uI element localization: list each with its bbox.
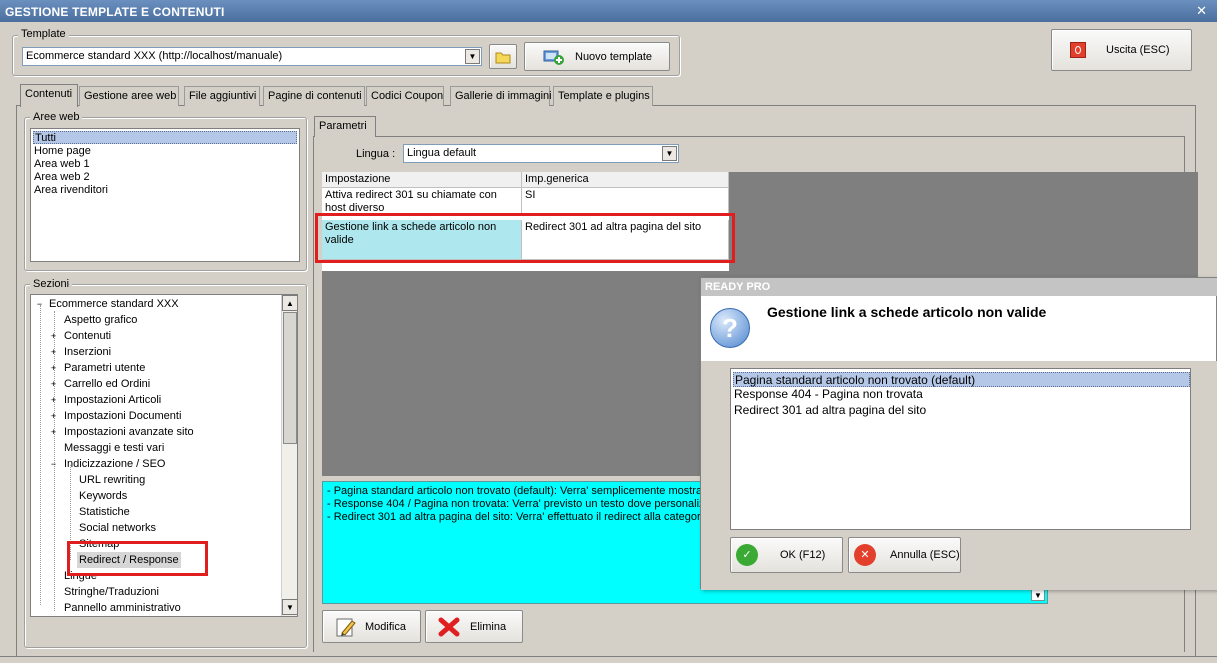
scroll-up-icon[interactable]: ▲ [282, 295, 297, 311]
highlight-grid-row [315, 213, 735, 263]
lingua-select-value: Lingua default [407, 147, 477, 159]
tree-item[interactable]: + Carrello ed Ordini [49, 376, 150, 392]
list-item[interactable]: Area web 1 [33, 158, 90, 171]
close-icon[interactable]: ✕ [1196, 3, 1207, 19]
sezioni-scrollbar[interactable]: ▲ ▼ [281, 295, 297, 616]
collapse-icon[interactable]: − [35, 300, 44, 309]
option-item[interactable]: Pagina standard articolo non trovato (de… [733, 372, 1190, 387]
exit-button[interactable]: Uscita (ESC) [1051, 29, 1192, 71]
dialog-question: Gestione link a schede articolo non vali… [767, 304, 1047, 320]
scroll-thumb[interactable] [283, 312, 297, 444]
sezioni-label: Sezioni [30, 278, 73, 290]
edit-icon [336, 618, 356, 636]
modifica-button[interactable]: Modifica [322, 610, 421, 643]
list-item[interactable]: Home page [33, 145, 91, 158]
grid-header-setting: Impostazione [322, 172, 522, 188]
tab-gallerie-di-immagini[interactable]: Gallerie di immagini [450, 86, 552, 106]
list-item[interactable]: Area web 2 [33, 171, 90, 184]
tree-root[interactable]: − Ecommerce standard XXX [35, 296, 179, 312]
new-template-label: Nuovo template [575, 50, 653, 63]
grid-row-value[interactable]: SI [522, 188, 729, 215]
tab-pagine-di-contenuti[interactable]: Pagine di contenuti [263, 86, 365, 106]
tree-item[interactable]: + Inserzioni [49, 344, 111, 360]
template-select-value: Ecommerce standard XXX (http://localhost… [26, 50, 283, 62]
cancel-icon: ✕ [854, 544, 876, 566]
collapse-icon[interactable]: − [49, 460, 58, 469]
template-select[interactable]: Ecommerce standard XXX (http://localhost… [22, 47, 482, 66]
dialog-options-list[interactable]: Pagina standard articolo non trovato (de… [730, 368, 1191, 530]
elimina-label: Elimina [470, 620, 507, 633]
delete-icon [438, 617, 460, 636]
lingua-label: Lingua : [356, 148, 396, 160]
highlight-redirect-response [67, 541, 208, 576]
expand-icon[interactable]: + [49, 332, 58, 341]
question-icon: ? [710, 308, 750, 348]
window-titlebar: GESTIONE TEMPLATE E CONTENUTI [0, 0, 1217, 22]
folder-icon [495, 52, 511, 63]
aree-web-label: Aree web [30, 111, 83, 123]
tree-item[interactable]: Pannello amministrativo [64, 600, 181, 616]
tree-item[interactable]: Stringhe/Traduzioni [64, 584, 159, 600]
open-folder-button[interactable] [489, 44, 517, 69]
scroll-down-icon[interactable]: ▼ [282, 599, 297, 615]
tree-item[interactable]: URL rewriting [79, 472, 145, 488]
dialog-title: READY PRO [701, 278, 1217, 296]
check-icon: ✓ [736, 544, 758, 566]
tree-item[interactable]: + Parametri utente [49, 360, 145, 376]
tree-item[interactable]: Social networks [79, 520, 156, 536]
expand-icon[interactable]: + [49, 348, 58, 357]
exit-label: Uscita (ESC) [1106, 44, 1170, 56]
tree-item[interactable]: + Impostazioni avanzate sito [49, 424, 194, 440]
expand-icon[interactable]: + [49, 364, 58, 373]
tree-item[interactable]: + Impostazioni Documenti [49, 408, 182, 424]
aree-web-list[interactable]: Tutti Home page Area web 1 Area web 2 Ar… [30, 128, 300, 262]
chevron-down-icon[interactable]: ▼ [662, 146, 677, 161]
option-item[interactable]: Response 404 - Pagina non trovata [733, 387, 923, 402]
question-dialog: READY PRO ? Gestione link a schede artic… [700, 277, 1217, 590]
modifica-label: Modifica [365, 620, 406, 633]
list-item[interactable]: Area rivenditori [33, 184, 108, 197]
list-item[interactable]: Tutti [33, 131, 297, 144]
window-bottom-border [0, 656, 1217, 657]
tree-item[interactable]: Keywords [79, 488, 127, 504]
ok-button[interactable]: ✓ OK (F12) [730, 537, 843, 573]
tree-item[interactable]: Aspetto grafico [64, 312, 137, 328]
option-item[interactable]: Redirect 301 ad altra pagina del sito [733, 403, 926, 418]
lingua-select[interactable]: Lingua default ▼ [403, 144, 679, 163]
expand-icon[interactable]: + [49, 428, 58, 437]
tree-item[interactable]: + Contenuti [49, 328, 111, 344]
tab-gestione-aree-web[interactable]: Gestione aree web [79, 86, 179, 106]
tree-item[interactable]: − Indicizzazione / SEO [49, 456, 166, 472]
dialog-body: Pagina standard articolo non trovato (de… [701, 361, 1217, 590]
chevron-down-icon[interactable]: ▼ [465, 49, 480, 64]
grid-row-setting[interactable]: Attiva redirect 301 su chiamate con host… [322, 188, 522, 215]
tree-item[interactable]: Messaggi e testi vari [64, 440, 164, 456]
tab-template-e-plugins[interactable]: Template e plugins [553, 86, 653, 106]
cancel-label: Annulla (ESC) [890, 549, 960, 561]
tree-item[interactable]: Statistiche [79, 504, 130, 520]
new-template-button[interactable]: Nuovo template [524, 42, 670, 71]
new-template-icon [543, 50, 564, 65]
expand-icon[interactable]: + [49, 380, 58, 389]
chevron-down-icon[interactable]: ▼ [1031, 589, 1045, 601]
elimina-button[interactable]: Elimina [425, 610, 523, 643]
tab-contenuti[interactable]: Contenuti [20, 84, 78, 107]
power-icon [1070, 42, 1086, 58]
grid-header-value: Imp.generica [522, 172, 729, 188]
tree-item[interactable]: + Impostazioni Articoli [49, 392, 161, 408]
expand-icon[interactable]: + [49, 396, 58, 405]
tab-codici-coupon[interactable]: Codici Coupon [366, 86, 444, 106]
tab-file-aggiuntivi[interactable]: File aggiuntivi [184, 86, 260, 106]
expand-icon[interactable]: + [49, 412, 58, 421]
template-group-label: Template [18, 28, 69, 40]
cancel-button[interactable]: ✕ Annulla (ESC) [848, 537, 961, 573]
tab-parametri[interactable]: Parametri [314, 116, 376, 137]
window-title: GESTIONE TEMPLATE E CONTENUTI [5, 5, 225, 19]
ok-label: OK (F12) [780, 549, 826, 561]
